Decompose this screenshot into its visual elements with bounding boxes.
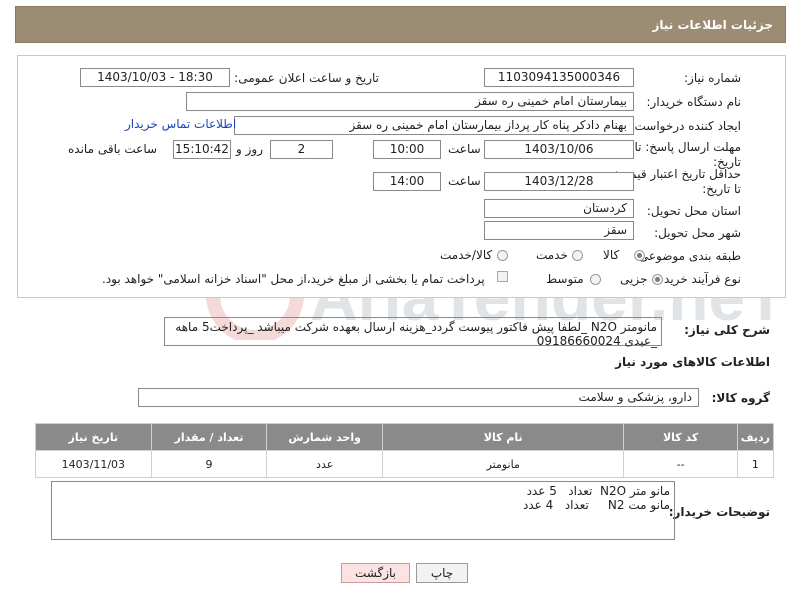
category-radio-service[interactable] — [572, 250, 583, 261]
cell-name: مانومتر — [381, 450, 625, 478]
col-date: تاریخ نیاز — [35, 423, 152, 451]
col-qty: تعداد / مقدار — [150, 423, 268, 451]
goods-section-title: اطلاعات کالاهای مورد نیاز — [615, 355, 770, 369]
category-option-goods: کالا — [603, 248, 620, 262]
print-button[interactable]: چاپ — [416, 563, 468, 583]
process-radio-medium[interactable] — [590, 274, 601, 285]
category-radio-goods[interactable] — [634, 250, 645, 261]
buyer-org-field: بیمارستان امام خمینی ره سقز — [186, 92, 634, 111]
announce-date-field: 1403/10/03 - 18:30 — [80, 68, 230, 87]
province-label: استان محل تحویل: — [646, 204, 741, 218]
cell-unit: عدد — [266, 450, 383, 478]
cell-qty: 9 — [150, 450, 268, 478]
treasury-payment-checkbox[interactable] — [497, 271, 508, 282]
deadline-time-label: ساعت — [448, 142, 481, 156]
buyer-notes-textarea[interactable]: مانو متر N2O تعداد 5 عدد مانو مت N2 تعداد… — [51, 481, 675, 540]
province-field: کردستان — [484, 199, 634, 218]
page-header: جزئیات اطلاعات نیاز — [15, 6, 786, 43]
buyer-notes-line-1: مانو متر N2O تعداد 5 عدد — [526, 484, 670, 498]
validity-time-field: 14:00 — [373, 172, 441, 191]
remaining-time-label: ساعت باقی مانده — [68, 142, 158, 156]
deadline-label: مهلت ارسال پاسخ: تا تاریخ: — [634, 140, 741, 169]
table-row: 1 -- مانومتر عدد 9 1403/11/03 — [35, 450, 775, 478]
goods-table-header: ردیف کد کالا نام کالا واحد شمارش تعداد /… — [35, 423, 775, 451]
need-number-label: شماره نیاز: — [684, 71, 741, 85]
cell-code: -- — [623, 450, 738, 478]
col-row: ردیف — [736, 423, 775, 451]
process-type-label: نوع فرآیند خرید : — [656, 272, 741, 286]
deadline-time-field: 10:00 — [373, 140, 441, 159]
need-number-field: 1103094135000346 — [484, 68, 634, 87]
creator-label: ایجاد کننده درخواست: — [630, 119, 741, 133]
col-code: کد کالا — [623, 423, 738, 451]
page-title: جزئیات اطلاعات نیاز — [652, 18, 773, 32]
buyer-org-label: نام دستگاه خریدار: — [646, 95, 742, 109]
process-radio-minor[interactable] — [652, 274, 663, 285]
deadline-date-field: 1403/10/06 — [484, 140, 634, 159]
process-option-medium: متوسط — [546, 272, 584, 286]
days-remaining-field: 2 — [270, 140, 333, 159]
summary-textarea[interactable]: مانومتر N2O _لطفا پیش فاکتور پیوست گردد_… — [164, 317, 662, 348]
goods-table: ردیف کد کالا نام کالا واحد شمارش تعداد /… — [35, 423, 775, 478]
city-field: سقز — [484, 221, 634, 240]
col-unit: واحد شمارش — [266, 423, 383, 451]
validity-time-label: ساعت — [448, 174, 481, 188]
summary-label: شرح کلی نیاز: — [684, 323, 770, 337]
col-name: نام کالا — [381, 423, 625, 451]
category-option-service: خدمت — [536, 248, 568, 262]
process-option-minor: جزیی — [620, 272, 648, 286]
days-label: روز و — [236, 142, 263, 156]
buyer-notes-line-2: مانو مت N2 تعداد 4 عدد — [523, 498, 670, 512]
category-option-goods-service: کالا/خدمت — [440, 248, 493, 262]
cell-row: 1 — [736, 450, 775, 478]
announce-date-label: تاریخ و ساعت اعلان عمومی: — [234, 71, 379, 85]
goods-group-label: گروه کالا: — [711, 391, 770, 405]
creator-field: بهنام دادکر پناه کار پرداز بیمارستان اما… — [234, 116, 634, 135]
cell-date: 1403/11/03 — [35, 450, 152, 478]
category-label: طبقه بندی موضوعی: — [634, 249, 741, 263]
city-label: شهر محل تحویل: — [654, 226, 741, 240]
remaining-time-field: 15:10:42 — [173, 140, 231, 159]
buyer-contact-link[interactable]: اطلاعات تماس خریدار — [125, 117, 236, 131]
back-button[interactable]: بازگشت — [341, 563, 410, 583]
goods-group-field: دارو، پزشکی و سلامت — [138, 388, 699, 407]
category-radio-goods-service[interactable] — [497, 250, 508, 261]
validity-date-field: 1403/12/28 — [484, 172, 634, 191]
buyer-notes-label: توضیحات خریدار: — [668, 505, 770, 519]
treasury-payment-note: پرداخت تمام یا بخشی از مبلغ خرید،از محل … — [102, 272, 485, 286]
